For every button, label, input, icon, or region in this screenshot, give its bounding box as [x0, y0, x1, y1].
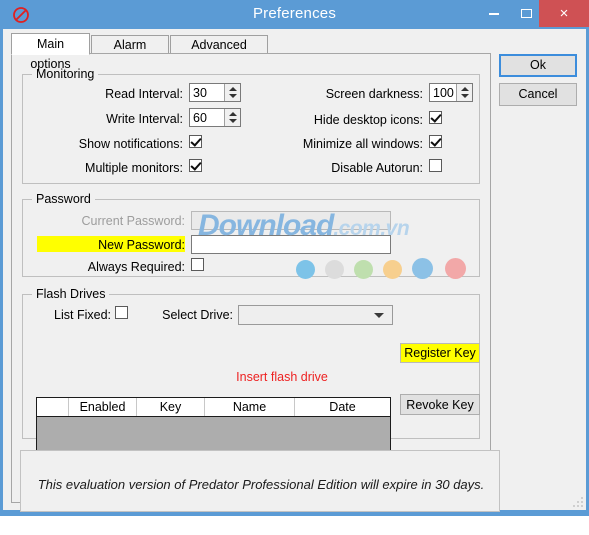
- select-drive-label: Select Drive:: [162, 308, 233, 322]
- preferences-window: Preferences × Main options Alarm options…: [0, 0, 589, 516]
- table-col-selector[interactable]: [37, 398, 69, 416]
- list-fixed-label: List Fixed:: [54, 308, 111, 322]
- tab-main-options[interactable]: Main options: [11, 33, 90, 71]
- disable-autorun-label: Disable Autorun:: [331, 161, 423, 175]
- tab-panel-main-options: Monitoring Read Interval: 30 Screen dark…: [11, 53, 500, 512]
- screen-darkness-stepper[interactable]: 100: [429, 83, 473, 102]
- cancel-button[interactable]: Cancel: [499, 83, 577, 106]
- tab-advanced-options[interactable]: Advanced options: [170, 35, 268, 70]
- always-required-label: Always Required:: [87, 260, 185, 274]
- select-drive-dropdown[interactable]: [238, 305, 393, 325]
- evaluation-notice-text: This evaluation version of Predator Prof…: [37, 477, 485, 492]
- ok-button[interactable]: Ok: [499, 54, 577, 77]
- new-password-label: New Password:: [98, 238, 185, 252]
- chevron-down-icon[interactable]: [229, 94, 237, 98]
- monitoring-group: Monitoring Read Interval: 30 Screen dark…: [22, 67, 480, 184]
- chevron-down-icon[interactable]: [229, 119, 237, 123]
- minimize-icon: [489, 12, 499, 15]
- hide-desktop-icons-label: Hide desktop icons:: [313, 113, 423, 127]
- maximize-button[interactable]: [513, 0, 539, 27]
- current-password-field[interactable]: [191, 211, 391, 230]
- register-key-button[interactable]: Register Key: [400, 343, 480, 363]
- screen-darkness-value: 100: [433, 86, 454, 100]
- show-notifications-checkbox[interactable]: [189, 135, 202, 148]
- title-bar: Preferences ×: [0, 0, 589, 29]
- table-col-enabled[interactable]: Enabled: [69, 398, 137, 416]
- screen-darkness-label: Screen darkness:: [325, 87, 423, 101]
- read-interval-stepper[interactable]: 30: [189, 83, 241, 102]
- minimize-all-windows-checkbox[interactable]: [429, 135, 442, 148]
- multiple-monitors-label: Multiple monitors:: [85, 161, 183, 175]
- revoke-key-button[interactable]: Revoke Key: [400, 394, 480, 415]
- minimize-all-windows-label: Minimize all windows:: [302, 137, 423, 151]
- chevron-up-icon[interactable]: [229, 112, 237, 116]
- write-interval-stepper[interactable]: 60: [189, 108, 241, 127]
- read-interval-spin-buttons[interactable]: [224, 84, 240, 101]
- new-password-field[interactable]: [191, 235, 391, 254]
- table-col-date[interactable]: Date: [295, 398, 390, 416]
- tab-alarm-options[interactable]: Alarm options: [91, 35, 169, 70]
- resize-grip[interactable]: [570, 494, 583, 507]
- write-interval-value: 60: [193, 111, 207, 125]
- multiple-monitors-checkbox[interactable]: [189, 159, 202, 172]
- client-area: Main options Alarm options Advanced opti…: [3, 29, 586, 512]
- write-interval-label: Write Interval:: [106, 112, 183, 126]
- disable-autorun-checkbox[interactable]: [429, 159, 442, 172]
- table-col-key[interactable]: Key: [137, 398, 205, 416]
- always-required-checkbox[interactable]: [191, 258, 204, 271]
- minimize-button[interactable]: [481, 0, 507, 27]
- write-interval-spin-buttons[interactable]: [224, 109, 240, 126]
- close-button[interactable]: ×: [539, 0, 589, 27]
- flash-drives-group-title: Flash Drives: [32, 287, 110, 301]
- chevron-up-icon[interactable]: [461, 87, 469, 91]
- tab-strip: Main options Alarm options Advanced opti…: [11, 33, 491, 71]
- read-interval-value: 30: [193, 86, 207, 100]
- list-fixed-checkbox[interactable]: [115, 306, 128, 319]
- current-password-label: Current Password:: [81, 214, 185, 228]
- screen-darkness-spin-buttons[interactable]: [456, 84, 472, 101]
- insert-flash-drive-hint: Insert flash drive: [236, 370, 328, 384]
- show-notifications-label: Show notifications:: [78, 137, 183, 151]
- read-interval-label: Read Interval:: [105, 87, 183, 101]
- password-group: Password Current Password: New Password:…: [22, 192, 480, 277]
- table-header-row: Enabled Key Name Date: [37, 398, 390, 417]
- hide-desktop-icons-checkbox[interactable]: [429, 111, 442, 124]
- chevron-up-icon[interactable]: [229, 87, 237, 91]
- table-col-name[interactable]: Name: [205, 398, 295, 416]
- chevron-down-icon: [374, 313, 384, 318]
- maximize-icon: [520, 9, 532, 19]
- password-group-title: Password: [32, 192, 95, 206]
- evaluation-notice-panel: This evaluation version of Predator Prof…: [20, 450, 500, 512]
- chevron-down-icon[interactable]: [461, 94, 469, 98]
